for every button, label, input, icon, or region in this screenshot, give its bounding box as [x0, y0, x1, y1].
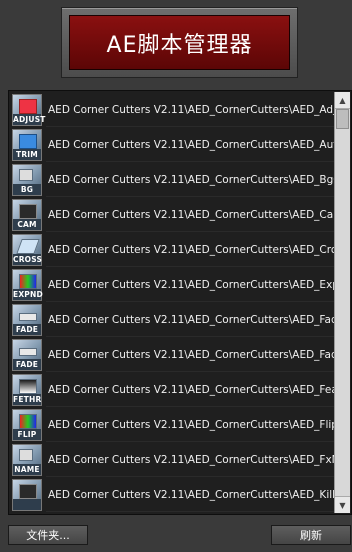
- script-path: AED Corner Cutters V2.11\AED_CornerCutte…: [48, 383, 334, 396]
- list-item[interactable]: CAM AED Corner Cutters V2.11\AED_CornerC…: [10, 197, 334, 232]
- list-item[interactable]: FADE AED Corner Cutters V2.11\AED_Corner…: [10, 302, 334, 337]
- script-thumbnail-icon: EXPND: [12, 268, 43, 301]
- script-list[interactable]: ADJUST AED Corner Cutters V2.11\AED_Corn…: [8, 90, 352, 515]
- script-thumbnail-icon: FLIP: [12, 408, 42, 441]
- script-path: AED Corner Cutters V2.11\AED_CornerCutte…: [48, 103, 334, 116]
- script-thumbnail-icon: CROSS: [12, 233, 42, 266]
- script-thumbnail-icon: ADJUST: [12, 93, 45, 126]
- script-path: AED Corner Cutters V2.11\AED_CornerCutte…: [48, 173, 334, 186]
- list-item[interactable]: FLIP AED Corner Cutters V2.11\AED_Corner…: [10, 407, 334, 442]
- scrollbar-thumb[interactable]: [336, 109, 349, 129]
- script-thumbnail-icon: [12, 478, 42, 511]
- list-item[interactable]: FADE AED Corner Cutters V2.11\AED_Corner…: [10, 337, 334, 372]
- script-thumbnail-icon: FADE: [12, 338, 42, 371]
- scroll-down-arrow-icon[interactable]: ▼: [335, 496, 350, 513]
- script-path: AED Corner Cutters V2.11\AED_CornerCutte…: [48, 488, 334, 501]
- list-item[interactable]: CROSS AED Corner Cutters V2.11\AED_Corne…: [10, 232, 334, 267]
- list-item[interactable]: EXPND AED Corner Cutters V2.11\AED_Corne…: [10, 267, 334, 302]
- script-path: AED Corner Cutters V2.11\AED_CornerCutte…: [48, 418, 334, 431]
- list-item[interactable]: TRIM AED Corner Cutters V2.11\AED_Corner…: [10, 127, 334, 162]
- script-path: AED Corner Cutters V2.11\AED_CornerCutte…: [48, 208, 334, 221]
- script-path: AED Corner Cutters V2.11\AED_CornerCutte…: [48, 313, 334, 326]
- script-list-rows: ADJUST AED Corner Cutters V2.11\AED_Corn…: [10, 92, 334, 513]
- list-item[interactable]: FETHR AED Corner Cutters V2.11\AED_Corne…: [10, 372, 334, 407]
- script-thumbnail-icon: BG: [12, 163, 42, 196]
- list-item[interactable]: ADJUST AED Corner Cutters V2.11\AED_Corn…: [10, 92, 334, 127]
- vertical-scrollbar[interactable]: ▲ ▼: [334, 92, 350, 513]
- script-path: AED Corner Cutters V2.11\AED_CornerCutte…: [48, 348, 334, 361]
- script-thumbnail-icon: FADE: [12, 303, 42, 336]
- folder-button[interactable]: 文件夹...: [8, 525, 88, 545]
- script-path: AED Corner Cutters V2.11\AED_CornerCutte…: [48, 138, 334, 151]
- list-item[interactable]: BG AED Corner Cutters V2.11\AED_CornerCu…: [10, 162, 334, 197]
- script-thumbnail-icon: FETHR: [12, 373, 42, 406]
- app-title: AE脚本管理器: [69, 15, 290, 70]
- scroll-up-arrow-icon[interactable]: ▲: [335, 92, 350, 109]
- script-path: AED Corner Cutters V2.11\AED_CornerCutte…: [48, 453, 334, 466]
- list-item[interactable]: AED Corner Cutters V2.11\AED_CornerCutte…: [10, 477, 334, 512]
- script-thumbnail-icon: TRIM: [12, 128, 42, 161]
- script-thumbnail-icon: CAM: [12, 198, 42, 231]
- script-path: AED Corner Cutters V2.11\AED_CornerCutte…: [48, 243, 334, 256]
- title-banner: AE脚本管理器: [61, 7, 298, 78]
- refresh-button[interactable]: 刷新: [271, 525, 351, 545]
- script-thumbnail-icon: NAME: [12, 443, 42, 476]
- script-path: AED Corner Cutters V2.11\AED_CornerCutte…: [48, 278, 334, 291]
- list-item[interactable]: NAME AED Corner Cutters V2.11\AED_Corner…: [10, 442, 334, 477]
